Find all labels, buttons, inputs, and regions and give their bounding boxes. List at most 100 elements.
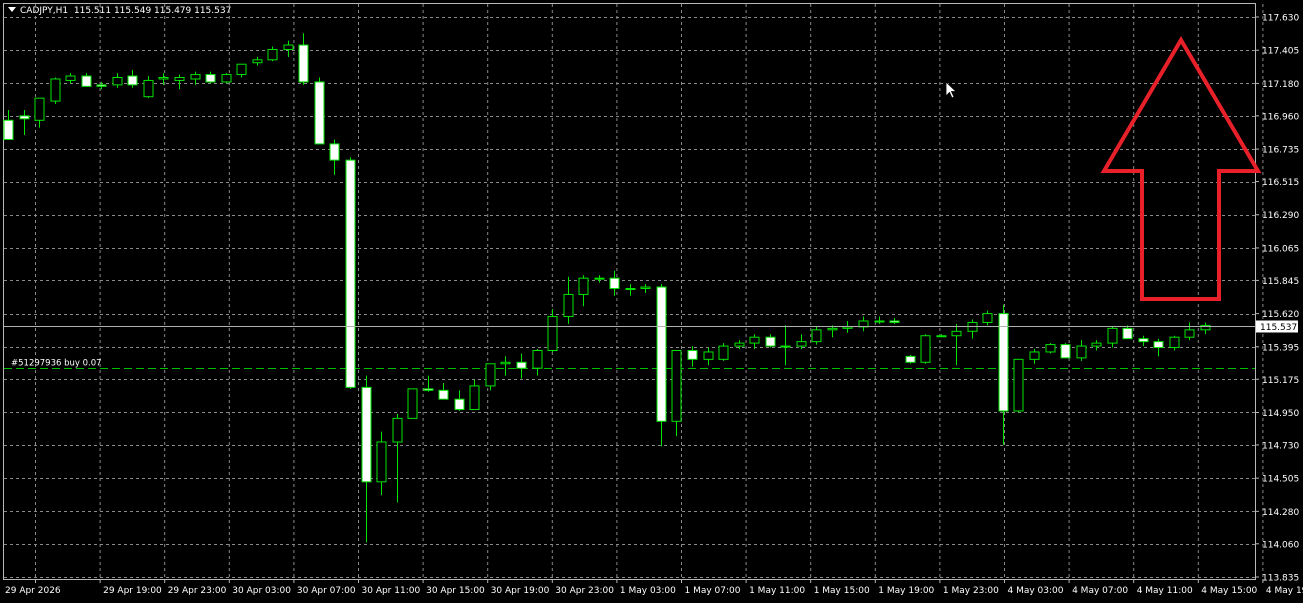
y-tick-label: 114.950 — [1262, 409, 1299, 419]
x-tick-label: 1 May 11:00 — [749, 586, 805, 596]
candle-body-bear — [19, 115, 30, 120]
y-tick-label: 117.630 — [1262, 14, 1299, 24]
mouse-cursor-icon — [945, 81, 958, 99]
x-tick-label: 30 Apr 23:00 — [555, 586, 614, 596]
x-tick-label: 29 Apr 19:00 — [103, 586, 162, 596]
x-tick-label: 30 Apr 15:00 — [426, 586, 485, 596]
x-tick-label: 30 Apr 03:00 — [232, 586, 291, 596]
price-chart[interactable]: #51297936 buy 0.07 117.630 117.405 117.180… — [0, 0, 1303, 603]
x-tick-label: 1 May 07:00 — [685, 586, 741, 596]
y-tick-label: 114.730 — [1262, 441, 1299, 451]
x-tick-label: 4 May 19:00 — [1266, 586, 1303, 596]
candle-body-bear — [889, 320, 900, 323]
candle-body-bull — [236, 63, 247, 76]
candle-body-bear — [516, 361, 527, 369]
x-tick-label: 30 Apr 19:00 — [491, 586, 550, 596]
candle-body-bull — [376, 441, 387, 483]
current-price-label: 115.537 — [1260, 323, 1297, 333]
candle-body-bull — [1184, 329, 1195, 338]
candles — [3, 33, 1211, 543]
candle-body-bull — [936, 335, 947, 338]
candle-body-bear — [205, 74, 216, 83]
y-tick-label: 115.620 — [1262, 310, 1299, 320]
candle-body-bull — [221, 74, 232, 83]
candle-body-bull — [1091, 342, 1102, 347]
candle-body-bull — [734, 342, 745, 347]
candle-body-bull — [858, 320, 869, 328]
candle-body-bull — [1045, 344, 1056, 353]
candle-body-bull — [532, 349, 543, 369]
candle-body-bull — [811, 329, 822, 343]
x-tick-label: 4 May 07:00 — [1072, 586, 1128, 596]
candle-body-bull — [392, 417, 403, 443]
candle-body-bear — [81, 75, 92, 87]
candle-body-bull — [112, 77, 123, 86]
candle-body-bull — [563, 293, 574, 318]
x-tick-label: 4 May 11:00 — [1137, 586, 1193, 596]
candle-body-bear — [3, 119, 14, 140]
candle-body-bull — [796, 341, 807, 347]
candle-body-bear — [687, 349, 698, 360]
time-axis: 29 Apr 2026 29 Apr 19:00 29 Apr 23:00 30 Ap… — [5, 579, 1303, 596]
candle-body-bull — [1107, 327, 1118, 344]
y-tick-label: 114.280 — [1262, 508, 1299, 518]
candle-body-bull — [547, 316, 558, 351]
candle-body-bull — [749, 336, 760, 344]
x-tick-label: 1 May 15:00 — [814, 586, 870, 596]
y-tick-label: 116.065 — [1262, 244, 1299, 254]
candle-body-bear — [423, 388, 434, 391]
y-tick-label: 116.735 — [1262, 146, 1299, 156]
candle-body-bear — [1138, 338, 1149, 343]
candle-body-bull — [718, 345, 729, 360]
candle-body-bull — [920, 335, 931, 363]
order-line-group: #51297936 buy 0.07 — [4, 359, 1255, 369]
candle-body-bull — [951, 330, 962, 337]
candle-body-bull — [1029, 351, 1040, 360]
order-line-label: #51297936 buy 0.07 — [11, 359, 102, 369]
candle-body-bear — [998, 313, 1009, 412]
candle-body-bull — [703, 351, 714, 360]
candle-body-bull — [469, 385, 480, 411]
candle-body-bull — [1076, 345, 1087, 359]
y-tick-label: 117.180 — [1262, 80, 1299, 90]
candle-body-bull — [252, 59, 263, 64]
candle-body-bull — [578, 277, 589, 295]
candle-body-bull — [500, 361, 511, 365]
candle-body-bull — [407, 388, 418, 419]
candle-body-bear — [438, 389, 449, 400]
candle-body-bear — [905, 355, 916, 363]
candle-body-bull — [143, 79, 154, 98]
candle-body-bull — [827, 327, 838, 331]
x-tick-label: 1 May 19:00 — [878, 586, 934, 596]
candle-body-bear — [1060, 344, 1071, 359]
y-tick-label: 116.515 — [1262, 178, 1299, 188]
price-axis: 117.630 117.405 117.180 116.960 116.735 116.5… — [1255, 14, 1299, 584]
candle-body-bull — [874, 320, 885, 323]
candle-body-bear — [765, 336, 776, 347]
y-tick-label: 116.960 — [1262, 112, 1299, 122]
candle-body-bull — [283, 44, 294, 50]
plot-border — [3, 3, 1256, 580]
candle-body-bear — [314, 81, 325, 145]
candle-body-bull — [485, 363, 496, 387]
candle-body-bear — [345, 159, 356, 388]
candle-body-bull — [640, 286, 651, 290]
y-tick-label: 114.060 — [1262, 540, 1299, 550]
candle-body-bear — [1122, 327, 1133, 340]
candle-body-bear — [361, 386, 372, 483]
x-tick-label: 1 May 03:00 — [620, 586, 676, 596]
candle-body-bull — [190, 74, 201, 80]
chart-window[interactable]: CADJPY,H1 115.511 115.549 115.479 115.53… — [0, 0, 1303, 603]
current-price-group: 115.537 — [4, 320, 1298, 333]
candle-body-bear — [656, 286, 667, 422]
candle-body-bear — [609, 277, 620, 290]
candle-body-bull — [594, 277, 605, 280]
candle-body-bear — [454, 398, 465, 411]
y-tick-label: 115.175 — [1262, 376, 1299, 386]
candle-body-bull — [780, 345, 791, 348]
y-tick-label: 113.835 — [1262, 574, 1299, 584]
candle-body-bull — [625, 288, 636, 291]
candle-body-bull — [34, 97, 45, 121]
y-tick-label: 115.395 — [1262, 343, 1299, 353]
candle-body-bull — [267, 48, 278, 61]
